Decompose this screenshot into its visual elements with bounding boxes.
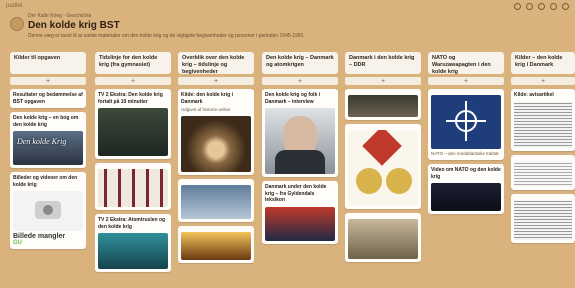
post-text: Udgivet af historie-online <box>181 107 231 112</box>
heart-icon[interactable] <box>514 3 521 10</box>
post-title: Den kolde krig og folk i Danmark – inter… <box>265 92 321 105</box>
column-kilder-danmark: Kilder – den kolde krig i Danmark + Kild… <box>511 52 575 288</box>
column-title[interactable]: Overblik over den kolde krig – tidslinje… <box>178 52 254 74</box>
post-card[interactable]: Video om NATO og den kolde krig <box>428 164 504 214</box>
post-image <box>265 206 335 241</box>
add-post-button[interactable]: + <box>95 77 171 85</box>
post-title: Kilde: avisartikel <box>514 92 554 98</box>
top-bar: padlet <box>0 0 575 14</box>
post-image <box>431 183 501 211</box>
add-post-button[interactable]: + <box>511 77 575 85</box>
post-image <box>181 116 251 172</box>
image-caption: Den kolde Krig <box>17 137 67 146</box>
medal-image <box>348 130 418 206</box>
more-icon[interactable] <box>562 3 569 10</box>
post-image <box>348 219 418 259</box>
post-image <box>181 232 251 260</box>
post-image <box>265 108 335 174</box>
post-image <box>181 185 251 219</box>
post-card[interactable]: Danmark under den kolde krig – fra Gylde… <box>262 181 338 244</box>
post-image <box>98 169 168 207</box>
post-title: Den kolde krig – en bog om den kolde kri… <box>13 115 79 128</box>
post-card[interactable] <box>345 124 421 209</box>
post-card[interactable] <box>95 163 171 210</box>
column-danmark: Den kolde krig – Danmark og atomkrigen +… <box>262 52 338 288</box>
column-ddr: Danmark i den kolde krig – DDR + <box>345 52 421 288</box>
add-post-button[interactable]: + <box>262 77 338 85</box>
post-image: Den kolde Krig <box>13 131 83 165</box>
post-image <box>348 95 418 117</box>
post-image <box>514 101 572 148</box>
gu-logo: GU <box>13 240 22 246</box>
post-image <box>514 199 572 240</box>
column-title[interactable]: NATO og Warszawapagten i den kolde krig <box>428 52 504 74</box>
post-title: Resultater og bedømmelse af BST opgaven <box>13 92 83 105</box>
add-post-button[interactable]: + <box>178 77 254 85</box>
column-overblik: Overblik over den kolde krig – tidslinje… <box>178 52 254 288</box>
post-title: Video om NATO og den kolde krig <box>431 167 501 180</box>
post-title: TV 2 Ekstra: Den kolde krig fortalt på 1… <box>98 92 163 105</box>
board-header: Der Kalte Krieg · Geschichte Den kolde k… <box>28 13 448 47</box>
add-post-button[interactable]: + <box>10 77 86 85</box>
post-card[interactable] <box>511 154 575 190</box>
add-post-button[interactable]: + <box>428 77 504 85</box>
column-title[interactable]: Kilder til opgaven <box>10 52 86 74</box>
post-image <box>98 233 168 269</box>
post-title: Billeder og videoer om den kolde krig <box>13 175 78 188</box>
column-tidslinje: Tidslinje for den kolde krig (fra gymnas… <box>95 52 171 288</box>
settings-icon[interactable] <box>550 3 557 10</box>
post-image <box>514 160 572 187</box>
post-text: NATO – den nordatlantiske traktat <box>431 151 499 156</box>
nato-logo-icon <box>431 95 501 149</box>
column-nato: NATO og Warszawapagten i den kolde krig … <box>428 52 504 288</box>
column-title[interactable]: Tidslinje for den kolde krig (fra gymnas… <box>95 52 171 74</box>
post-card[interactable]: TV 2 Ekstra: Den kolde krig fortalt på 1… <box>95 89 171 159</box>
missing-image-label: Billede mangler <box>13 233 66 240</box>
post-card[interactable]: Billeder og videoer om den kolde krig Bi… <box>10 172 86 249</box>
post-card[interactable] <box>178 226 254 263</box>
comment-icon[interactable] <box>526 3 533 10</box>
post-card[interactable]: Den kolde krig og folk i Danmark – inter… <box>262 89 338 177</box>
post-card[interactable]: Kilde: avisartikel <box>511 89 575 151</box>
post-card[interactable] <box>178 179 254 222</box>
column-kilder: Kilder til opgaven + Resultater og bedøm… <box>10 52 86 288</box>
post-card[interactable] <box>345 213 421 262</box>
post-image <box>98 108 168 156</box>
post-card[interactable]: TV 2 Ekstra: Atomtruslen og den kolde kr… <box>95 214 171 272</box>
post-card[interactable] <box>511 193 575 243</box>
post-card[interactable]: Kilde: den kolde krig i Danmark Udgivet … <box>178 89 254 175</box>
post-card[interactable]: Resultater og bedømmelse af BST opgaven <box>10 89 86 108</box>
column-title[interactable]: Den kolde krig – Danmark og atomkrigen <box>262 52 338 74</box>
post-title: Danmark under den kolde krig – fra Gylde… <box>265 184 327 203</box>
share-icon[interactable] <box>538 3 545 10</box>
column-title[interactable]: Danmark i den kolde krig – DDR <box>345 52 421 74</box>
top-toolbar <box>514 3 569 10</box>
camera-icon <box>13 191 83 231</box>
post-card[interactable]: NATO – den nordatlantiske traktat <box>428 89 504 160</box>
avatar[interactable] <box>10 17 24 31</box>
column-title[interactable]: Kilder – den kolde krig i Danmark <box>511 52 575 74</box>
board-description: Denne væg er lavet til at samle material… <box>28 33 305 39</box>
post-card[interactable]: Den kolde krig – en bog om den kolde kri… <box>10 112 86 168</box>
post-card[interactable] <box>345 89 421 120</box>
board-owner: Der Kalte Krieg · Geschichte <box>28 13 92 19</box>
add-post-button[interactable]: + <box>345 77 421 85</box>
post-title: TV 2 Ekstra: Atomtruslen og den kolde kr… <box>98 217 166 230</box>
brand-logo[interactable]: padlet <box>6 3 22 9</box>
page-title: Den kolde krig BST <box>28 20 120 31</box>
post-title: Kilde: den kolde krig i Danmark <box>181 92 233 105</box>
